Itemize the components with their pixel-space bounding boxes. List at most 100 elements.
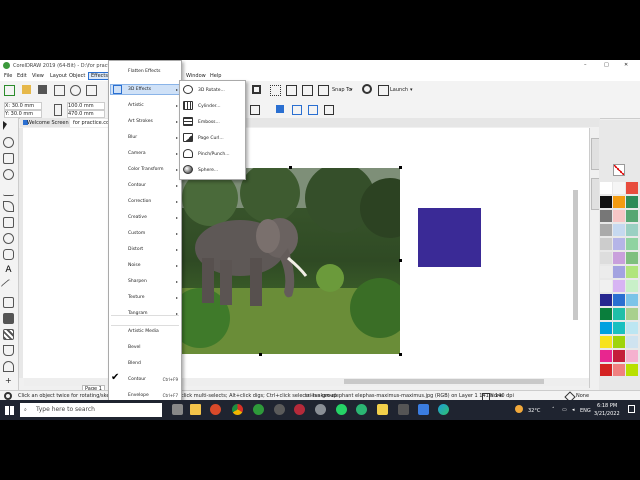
app-icon-2[interactable] — [294, 404, 305, 415]
lock-ratio-icon[interactable] — [54, 104, 62, 116]
color-swatch[interactable] — [613, 266, 625, 278]
color-swatch[interactable] — [626, 364, 638, 376]
color-swatch[interactable] — [600, 308, 612, 320]
edit-bitmap-icon[interactable] — [324, 105, 334, 115]
menu-view[interactable]: View — [32, 73, 44, 79]
transparency-tool-icon[interactable] — [3, 329, 14, 340]
options-gear-icon[interactable] — [362, 84, 372, 94]
wrap-text-icon[interactable] — [250, 105, 260, 115]
color-swatch[interactable] — [613, 224, 625, 236]
color-swatch[interactable] — [600, 364, 612, 376]
color-swatch[interactable] — [626, 336, 638, 348]
color-swatch[interactable] — [626, 196, 638, 208]
dimension-tool-icon[interactable] — [0, 278, 17, 295]
to-front-icon[interactable] — [292, 105, 302, 115]
height-field[interactable]: 470.0 mm — [67, 110, 105, 118]
crop-tool-icon[interactable] — [3, 153, 14, 164]
zoom-tool-icon[interactable] — [3, 169, 14, 180]
freehand-tool-icon[interactable] — [3, 185, 14, 196]
drop-shadow-tool-icon[interactable] — [3, 313, 14, 324]
eyedropper-tool-icon[interactable] — [3, 345, 14, 356]
effects-menu-item[interactable] — [110, 342, 180, 353]
polygon-tool-icon[interactable] — [3, 249, 14, 260]
menu-layout[interactable]: Layout — [50, 73, 67, 79]
add-tool-icon[interactable]: + — [5, 377, 12, 385]
color-swatch[interactable] — [613, 238, 625, 250]
tray-chevron-up-icon[interactable]: ˄ — [552, 407, 555, 413]
launch-dropdown[interactable]: Launch — [390, 87, 408, 93]
launch-icon[interactable] — [378, 85, 389, 96]
color-swatch[interactable] — [626, 238, 638, 250]
color-swatch[interactable] — [613, 350, 625, 362]
color-swatch[interactable] — [626, 224, 638, 236]
x-position-field[interactable]: X: 30.0 mm — [4, 102, 42, 110]
cut-icon[interactable] — [70, 85, 81, 96]
color-swatch[interactable] — [626, 294, 638, 306]
color-swatch[interactable] — [600, 196, 612, 208]
language-indicator[interactable]: ENG — [580, 408, 591, 414]
color-swatch[interactable] — [626, 252, 638, 264]
grid-icon[interactable] — [270, 85, 281, 96]
menu-edit[interactable]: Edit — [17, 73, 27, 79]
windows-start-icon[interactable] — [5, 406, 14, 415]
color-swatch[interactable] — [613, 210, 625, 222]
color-swatch[interactable] — [600, 350, 612, 362]
edge-icon[interactable] — [438, 404, 449, 415]
submenu-pinch-punch[interactable]: Pinch/Punch... — [198, 152, 230, 157]
no-color-swatch-icon[interactable] — [613, 164, 625, 176]
full-screen-icon[interactable] — [252, 85, 261, 94]
scrollbar-thumb[interactable] — [344, 379, 544, 384]
width-field[interactable]: 100.0 mm — [67, 102, 105, 110]
app-icon-3[interactable] — [315, 404, 326, 415]
selection-handle-bm[interactable] — [259, 353, 262, 356]
color-swatch[interactable] — [600, 336, 612, 348]
to-back-icon[interactable] — [308, 105, 318, 115]
submenu-sphere[interactable]: Sphere... — [198, 168, 218, 173]
open-icon[interactable] — [22, 85, 31, 94]
interactive-fill-tool-icon[interactable] — [3, 361, 14, 372]
new-document-icon[interactable] — [4, 85, 15, 96]
whatsapp-icon[interactable] — [336, 404, 347, 415]
color-swatch[interactable] — [600, 322, 612, 334]
coreldraw-taskbar-icon[interactable] — [253, 404, 264, 415]
color-swatch[interactable] — [626, 266, 638, 278]
settings-gear-icon[interactable] — [4, 392, 12, 400]
app-icon-1[interactable] — [274, 404, 285, 415]
color-swatch[interactable] — [600, 224, 612, 236]
color-swatch[interactable] — [613, 182, 625, 194]
color-swatch[interactable] — [613, 196, 625, 208]
color-swatch[interactable] — [600, 294, 612, 306]
effects-menu-item[interactable] — [110, 358, 180, 369]
save-icon[interactable] — [38, 85, 47, 94]
color-swatch[interactable] — [613, 308, 625, 320]
maximize-button[interactable]: □ — [604, 62, 609, 68]
color-swatch[interactable] — [600, 210, 612, 222]
color-swatch[interactable] — [600, 266, 612, 278]
copy-icon[interactable] — [86, 85, 97, 96]
weather-icon[interactable] — [515, 405, 523, 413]
text-tool-icon[interactable]: A — [3, 265, 14, 276]
menu-help[interactable]: Help — [210, 73, 221, 79]
snap-icon[interactable] — [318, 85, 329, 96]
snap-to-dropdown[interactable]: Snap To — [332, 87, 351, 93]
effects-menu-item[interactable] — [110, 244, 180, 255]
effects-menu-item[interactable] — [110, 260, 180, 271]
color-swatch[interactable] — [626, 308, 638, 320]
weather-temp[interactable]: 32°C — [528, 408, 540, 414]
pdf-reader-icon[interactable] — [210, 404, 221, 415]
align-icon[interactable] — [276, 105, 284, 113]
ellipse-tool-icon[interactable] — [3, 233, 14, 244]
color-swatch[interactable] — [613, 364, 625, 376]
menu-file[interactable]: File — [4, 73, 12, 79]
app-icon-6[interactable] — [398, 404, 409, 415]
menu-object[interactable]: Object — [69, 73, 85, 79]
purple-square-shape[interactable] — [418, 208, 481, 267]
launch-chevron-down-icon[interactable]: ▾ — [410, 87, 413, 93]
submenu-emboss[interactable]: Emboss... — [198, 120, 220, 125]
print-icon[interactable] — [54, 85, 65, 96]
rectangle-tool-icon[interactable] — [3, 217, 14, 228]
color-swatch[interactable] — [600, 182, 612, 194]
artistic-media-tool-icon[interactable] — [3, 201, 14, 212]
color-swatch[interactable] — [626, 350, 638, 362]
submenu-page-curl[interactable]: Page Curl... — [198, 136, 224, 141]
